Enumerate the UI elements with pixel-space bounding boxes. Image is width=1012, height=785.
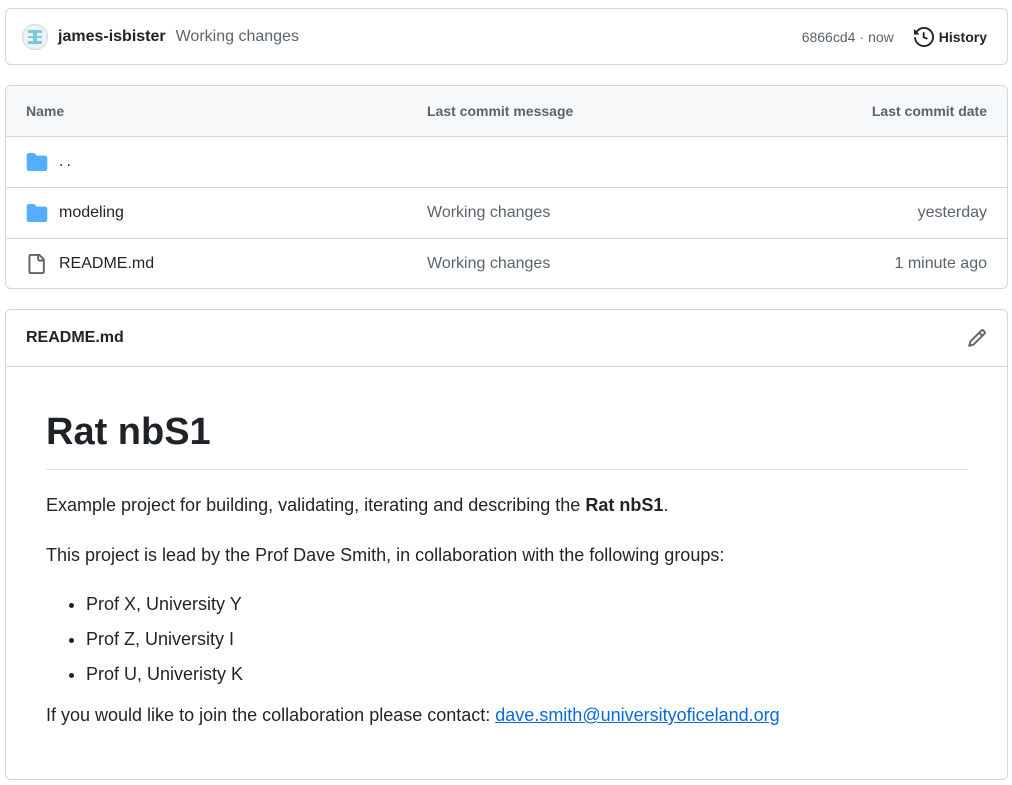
- row-commit-message[interactable]: Working changes: [427, 204, 787, 222]
- readme-content: Rat nbS1 Example project for building, v…: [6, 409, 1007, 728]
- file-table-header: Name Last commit message Last commit dat…: [6, 86, 1007, 137]
- table-row[interactable]: ..: [6, 137, 1007, 188]
- list-item: Prof Z, University I: [86, 626, 967, 652]
- contact-email-link[interactable]: dave.smith@universityoficeland.org: [495, 705, 779, 725]
- folder-icon: [26, 203, 48, 223]
- readme-header: README.md: [6, 310, 1007, 367]
- list-item: Prof X, University Y: [86, 591, 967, 617]
- readme-heading: Rat nbS1: [46, 409, 967, 470]
- table-row[interactable]: README.md Working changes 1 minute ago: [6, 239, 1007, 288]
- parent-directory-link[interactable]: ..: [59, 153, 74, 171]
- contact-text: If you would like to join the collaborat…: [46, 705, 496, 725]
- pencil-icon: [968, 329, 986, 347]
- commit-time: now: [868, 28, 894, 45]
- intro-suffix: .: [663, 495, 669, 515]
- intro-bold-text: Rat nbS1: [585, 495, 664, 515]
- file-icon: [26, 254, 48, 274]
- readme-intro: Example project for building, validating…: [46, 492, 967, 518]
- row-commit-date: yesterday: [917, 204, 987, 221]
- column-header-message: Last commit message: [427, 103, 574, 119]
- folder-link-modeling[interactable]: modeling: [59, 204, 124, 222]
- edit-file-button[interactable]: [967, 328, 987, 348]
- row-commit-date: 1 minute ago: [894, 255, 987, 272]
- commit-meta-separator: ·: [859, 28, 865, 45]
- avatar[interactable]: [22, 23, 48, 50]
- readme-lead-text: This project is lead by the Prof Dave Sm…: [46, 545, 725, 565]
- commit-message-link[interactable]: Working changes: [176, 28, 299, 46]
- latest-commit-bar: james-isbister Working changes 6866cd4 ·…: [5, 8, 1008, 65]
- commit-sha-link[interactable]: 6866cd4: [802, 29, 856, 45]
- list-item: Prof U, Univeristy K: [86, 661, 967, 687]
- file-link-readme[interactable]: README.md: [59, 255, 154, 273]
- row-commit-message[interactable]: Working changes: [427, 255, 787, 273]
- identicon-icon: [28, 29, 42, 44]
- history-label: History: [938, 28, 987, 45]
- intro-text: Example project for building, validating…: [46, 495, 586, 515]
- readme-contact: If you would like to join the collaborat…: [46, 702, 967, 728]
- readme-panel: README.md Rat nbS1 Example project for b…: [5, 309, 1008, 780]
- column-header-date: Last commit date: [871, 103, 987, 119]
- folder-icon: [26, 152, 48, 172]
- collaborator-list: Prof X, University Y Prof Z, University …: [46, 591, 967, 687]
- column-header-name: Name: [26, 103, 65, 119]
- history-button[interactable]: History: [913, 26, 987, 47]
- history-icon: [913, 26, 934, 47]
- readme-filename[interactable]: README.md: [26, 329, 124, 347]
- table-row[interactable]: modeling Working changes yesterday: [6, 188, 1007, 239]
- file-table: Name Last commit message Last commit dat…: [5, 85, 1008, 289]
- commit-author-link[interactable]: james-isbister: [58, 28, 166, 46]
